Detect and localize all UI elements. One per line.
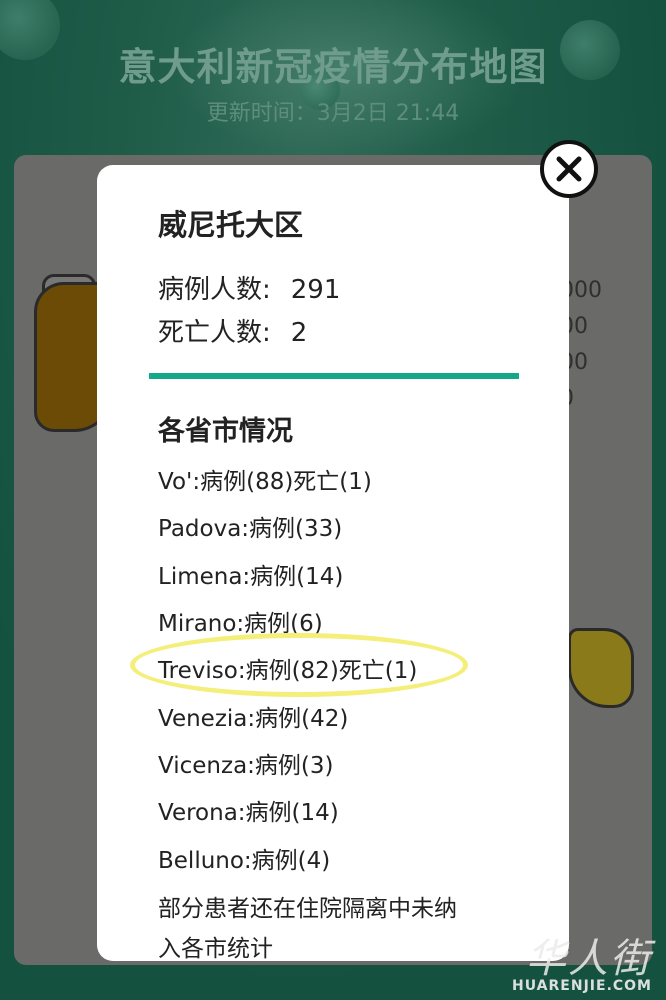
city-item: Vo':病例(88)死亡(1) [158, 469, 372, 495]
city-item: Limena:病例(14) [158, 564, 344, 590]
cases-stat: 病例人数: 291 [158, 269, 340, 306]
deaths-label: 死亡人数: [158, 318, 271, 348]
deaths-stat: 死亡人数: 2 [158, 312, 307, 349]
page-title: 意大利新冠疫情分布地图 [118, 45, 548, 89]
note: 部分患者还在住院隔离中未纳 入各市统计 [158, 889, 518, 961]
close-button[interactable] [540, 140, 598, 198]
close-icon [556, 156, 582, 182]
watermark: 华人街 HUARENJIE.COM [512, 926, 652, 994]
cases-value: 291 [290, 275, 341, 305]
city-item: Padova:病例(33) [158, 516, 343, 542]
city-item: Venezia:病例(42) [158, 706, 349, 732]
region-detail-modal: 威尼托大区 病例人数: 291 死亡人数: 2 各省市情况 Vo':病例(88)死亡… [97, 165, 569, 961]
note-line: 入各市统计 [158, 936, 273, 961]
city-item: Verona:病例(14) [158, 800, 339, 826]
deaths-value: 2 [290, 318, 308, 348]
region-title: 威尼托大区 [158, 208, 304, 242]
cases-label: 病例人数: [158, 275, 271, 305]
watermark-logo: 华人街 [526, 936, 652, 982]
section-title: 各省市情况 [158, 416, 293, 447]
divider [149, 373, 519, 379]
city-item: Vicenza:病例(3) [158, 753, 334, 779]
update-time: 更新时间：3月2日 21:44 [206, 101, 460, 126]
watermark-url: HUARENJIE.COM [512, 978, 652, 994]
highlight-ring [130, 633, 468, 697]
city-item: Belluno:病例(4) [158, 848, 331, 874]
note-line: 部分患者还在住院隔离中未纳 [158, 896, 457, 922]
